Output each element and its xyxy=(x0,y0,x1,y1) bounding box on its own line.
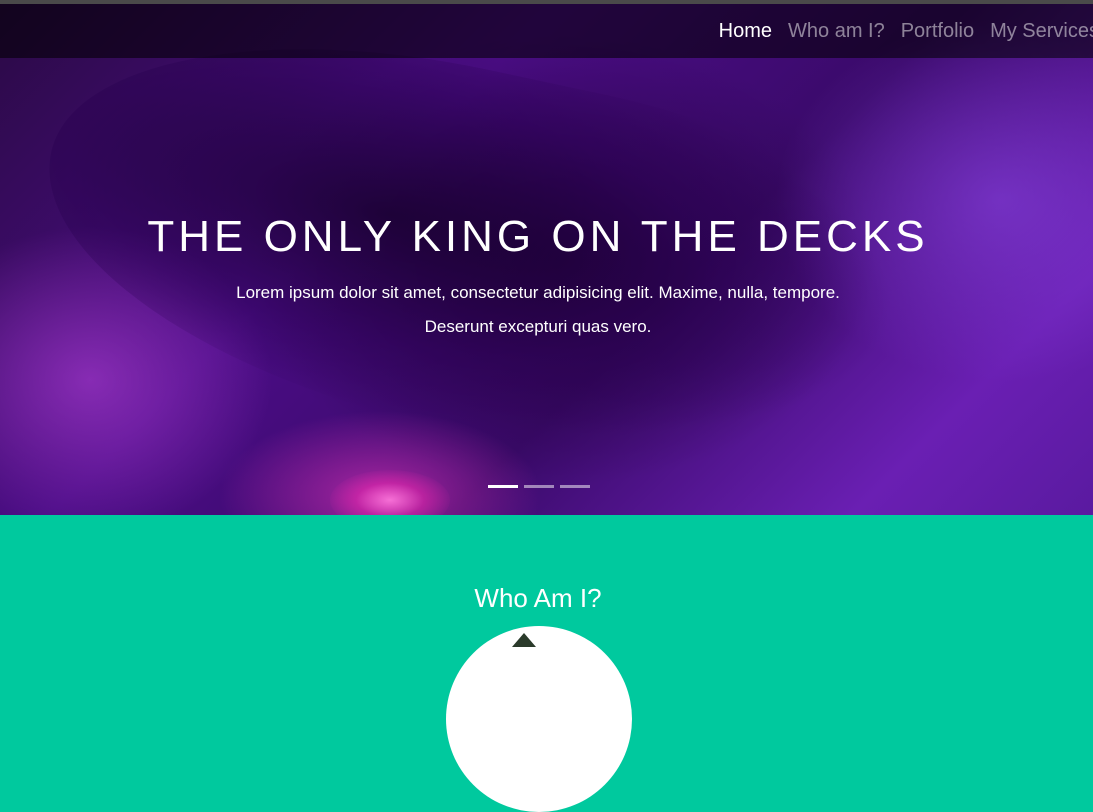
carousel-indicator-1[interactable] xyxy=(488,485,518,488)
about-title: Who Am I? xyxy=(474,583,602,613)
about-section: Who Am I? xyxy=(0,515,1093,812)
nav-link-my-services[interactable]: My Services xyxy=(990,20,1093,43)
avatar xyxy=(446,626,632,812)
plant-icon xyxy=(512,633,536,647)
top-strip xyxy=(0,0,1093,4)
hero-carousel: THE ONLY KING ON THE DECKS Lorem ipsum d… xyxy=(0,0,1093,515)
hero-text: Lorem ipsum dolor sit amet, consectetur … xyxy=(236,283,840,336)
nav-link-home[interactable]: Home xyxy=(719,20,772,43)
hero-background-glow xyxy=(330,470,450,515)
carousel-indicator-2[interactable] xyxy=(524,485,554,488)
navbar: Home Who am I? Portfolio My Services xyxy=(0,4,1093,58)
hero-title: THE ONLY KING ON THE DECKS xyxy=(147,212,929,261)
carousel-indicators xyxy=(488,485,596,488)
nav-menu: Home Who am I? Portfolio My Services xyxy=(719,4,1093,58)
nav-link-portfolio[interactable]: Portfolio xyxy=(901,20,974,43)
carousel-indicator-3[interactable] xyxy=(560,485,590,488)
nav-link-who-am-i[interactable]: Who am I? xyxy=(788,20,885,43)
